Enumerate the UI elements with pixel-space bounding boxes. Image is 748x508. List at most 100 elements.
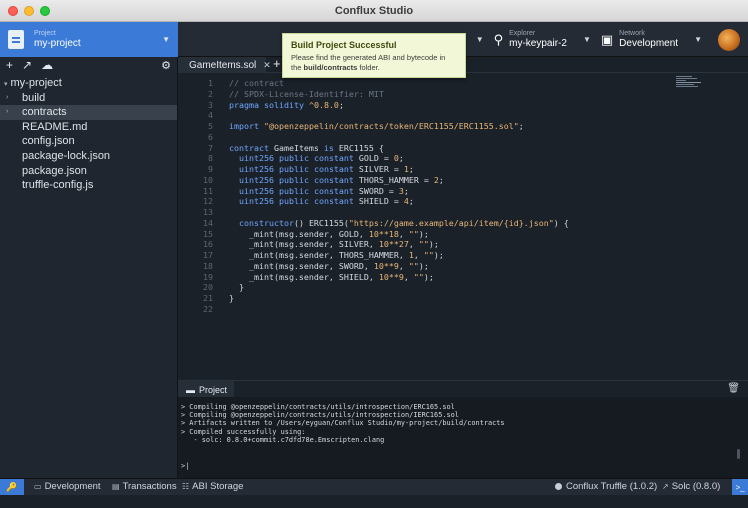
- code-line[interactable]: 13: [178, 207, 698, 218]
- code-line[interactable]: 5 import "@openzeppelin/contracts/token/E…: [178, 121, 698, 132]
- status-network[interactable]: ▭ Development: [34, 480, 101, 494]
- tree-item-label: my-project: [10, 77, 62, 89]
- status-bar: 🔑 ▭ Development ▤ Transactions ☷ ABI Storag…: [0, 478, 748, 508]
- code-line[interactable]: 3 pragma solidity ^0.8.0;: [178, 100, 698, 111]
- line-number: 3: [208, 99, 213, 110]
- tab-gameitems-sol[interactable]: GameItems.sol ✕: [178, 57, 271, 73]
- code-line[interactable]: 15 _mint(msg.sender, GOLD, 10**18, "");: [178, 229, 698, 240]
- code-line[interactable]: 2 // SPDX-License-Identifier: MIT: [178, 89, 698, 100]
- tree-item-config-json[interactable]: config.json: [0, 134, 177, 149]
- terminal-output[interactable]: > Compiling @openzeppelin/contracts/util…: [178, 397, 748, 478]
- tab-project-terminal[interactable]: ▬ Project: [178, 381, 234, 398]
- tree-item-label: package-lock.json: [22, 149, 111, 162]
- window-titlebar: Conflux Studio: [0, 0, 748, 22]
- line-number: 5: [208, 121, 213, 131]
- code-line[interactable]: 6: [178, 132, 698, 143]
- hammer-icon[interactable]: ↗: [22, 58, 32, 72]
- tree-item-contracts[interactable]: › contracts: [0, 105, 177, 120]
- code-line[interactable]: 4: [178, 110, 698, 121]
- tab-label: GameItems.sol: [189, 59, 257, 71]
- chevron-right-icon[interactable]: ›: [6, 91, 8, 106]
- code-line[interactable]: 19 _mint(msg.sender, SHIELD, 10**9, "");: [178, 272, 698, 283]
- code-line[interactable]: 16 _mint(msg.sender, SILVER, 10**27, "")…: [178, 239, 698, 250]
- explorer-selector[interactable]: ▼ ⚲ Explorer my-keypair-2: [468, 22, 575, 57]
- file-explorer-sidebar: + ↗ ☁ ⚙ ▾ my-project › build › contracts RE…: [0, 57, 178, 478]
- terminal-prompt[interactable]: >|: [181, 462, 189, 470]
- tree-item-label: README.md: [22, 120, 88, 133]
- close-icon[interactable]: ✕: [263, 60, 271, 71]
- account-menu[interactable]: ▼: [686, 22, 748, 57]
- code-line[interactable]: 11 uint256 public constant SWORD = 3;: [178, 186, 698, 197]
- code-text: }: [229, 282, 244, 293]
- code-line[interactable]: 22: [178, 304, 698, 315]
- code-text: }: [229, 293, 234, 303]
- chevron-down-icon[interactable]: ▼: [476, 35, 484, 44]
- trash-icon[interactable]: 🗑: [727, 383, 740, 394]
- code-line[interactable]: 9 uint256 public constant SILVER = 1;: [178, 164, 698, 175]
- list-icon: ▤: [112, 482, 120, 491]
- avatar[interactable]: [718, 28, 740, 51]
- chevron-down-icon[interactable]: ▼: [694, 35, 702, 44]
- tree-item-label: package.json: [22, 164, 87, 177]
- status-transactions[interactable]: ▤ Transactions: [112, 480, 177, 494]
- line-number: 13: [203, 207, 213, 217]
- code-line[interactable]: 14 constructor() ERC1155("https://game.e…: [178, 218, 698, 229]
- tree-item-label: build: [22, 91, 46, 104]
- code-text: uint256 public constant SHIELD = 4;: [239, 196, 414, 207]
- line-number: 17: [203, 250, 213, 260]
- explorer-value: my-keypair-2: [509, 38, 567, 49]
- status-truffle-version[interactable]: Conflux Truffle (1.0.2): [555, 480, 657, 494]
- network-label: Network: [619, 30, 645, 37]
- code-line[interactable]: 1 // contract: [178, 78, 698, 89]
- chevron-down-icon[interactable]: ▾: [4, 81, 8, 88]
- code-line[interactable]: 18 _mint(msg.sender, SWORD, 10**9, "");: [178, 261, 698, 272]
- close-window-button[interactable]: [8, 6, 18, 16]
- line-number: 22: [203, 303, 213, 314]
- status-solc-version[interactable]: ↗ Solc (0.8.0): [662, 480, 720, 494]
- chevron-right-icon[interactable]: ›: [6, 105, 8, 120]
- compiler-icon: ↗: [662, 482, 669, 491]
- tree-item-readme[interactable]: README.md: [0, 120, 177, 135]
- build-success-notification[interactable]: Build Project Successful Please find the…: [282, 33, 466, 78]
- window-title: Conflux Studio: [334, 4, 414, 17]
- line-number: 19: [203, 271, 213, 282]
- code-line[interactable]: 10 uint256 public constant THORS_HAMMER …: [178, 175, 698, 186]
- folder-icon: ▬: [186, 384, 195, 395]
- tree-item-package-lock[interactable]: package-lock.json: [0, 149, 177, 164]
- code-text: pragma solidity ^0.8.0;: [229, 99, 344, 110]
- code-line[interactable]: 12 uint256 public constant SHIELD = 4;: [178, 196, 698, 207]
- maximize-window-button[interactable]: [40, 6, 50, 16]
- status-abi-storage[interactable]: ☷ ABI Storage: [182, 480, 243, 494]
- tree-item-label: contracts: [22, 106, 67, 119]
- plus-icon[interactable]: +: [6, 58, 13, 72]
- terminal-scrollbar[interactable]: [737, 449, 740, 459]
- tree-item-build[interactable]: › build: [0, 91, 177, 106]
- terminal-icon[interactable]: >_: [732, 479, 748, 495]
- tree-item-truffle-config[interactable]: truffle-config.js: [0, 178, 177, 193]
- tree-item-project[interactable]: ▾ my-project: [0, 76, 177, 91]
- line-number: 2: [208, 88, 213, 99]
- code-line[interactable]: 21}: [178, 293, 698, 304]
- minimize-window-button[interactable]: [24, 6, 34, 16]
- gear-icon[interactable]: ⚙: [161, 59, 171, 72]
- key-icon: ⚲: [493, 31, 504, 47]
- code-editor[interactable]: 1 // contract 2 // SPDX-License-Identifier:…: [178, 74, 748, 378]
- terminal-line: > Compiled successfully using:: [181, 427, 306, 436]
- code-line[interactable]: 17 _mint(msg.sender, THORS_HAMMER, 1, ""…: [178, 250, 698, 261]
- project-selector[interactable]: Project my-project ▼: [0, 22, 178, 57]
- new-tab-plus-icon[interactable]: +: [273, 56, 281, 71]
- code-line[interactable]: 8 uint256 public constant GOLD = 0;: [178, 153, 698, 164]
- cloud-icon[interactable]: ☁: [41, 58, 53, 72]
- line-number: 15: [203, 228, 213, 239]
- network-selector[interactable]: ▼ ▣ Network Development: [575, 22, 686, 57]
- code-line[interactable]: 20 }: [178, 282, 698, 293]
- code-line[interactable]: 7 contract GameItems is ERC1155 {: [178, 143, 698, 154]
- truffle-icon: [555, 483, 562, 490]
- chevron-down-icon[interactable]: ▼: [162, 35, 170, 44]
- terminal-line: > Artifacts written to /Users/eyguan/Con…: [181, 419, 505, 428]
- tree-item-label: truffle-config.js: [22, 179, 94, 192]
- server-icon: ▣: [600, 31, 614, 47]
- tree-item-package-json[interactable]: package.json: [0, 164, 177, 179]
- key-icon[interactable]: 🔑: [0, 479, 24, 495]
- chevron-down-icon[interactable]: ▼: [583, 35, 591, 44]
